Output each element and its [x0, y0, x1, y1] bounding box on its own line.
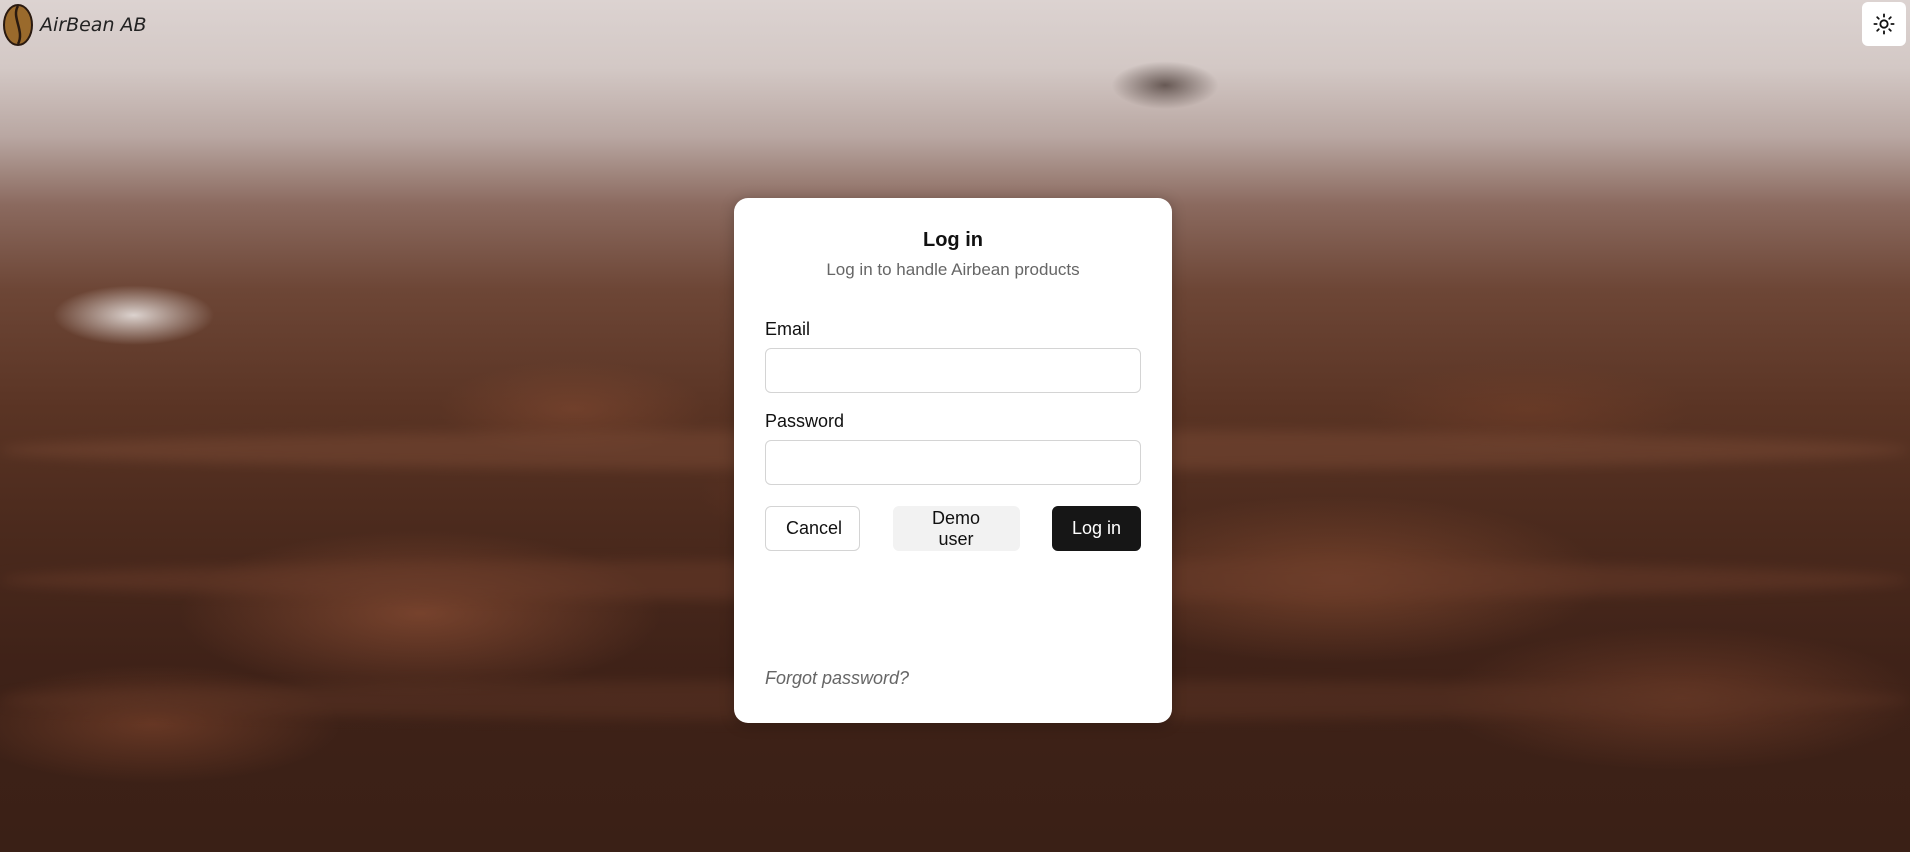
password-label: Password — [765, 411, 845, 431]
sun-icon — [1873, 13, 1895, 35]
theme-toggle-button[interactable] — [1862, 2, 1906, 46]
forgot-password-link[interactable]: Forgot password? — [765, 668, 909, 689]
top-bar: AirBean AB — [0, 0, 1910, 50]
email-label: Email — [765, 319, 811, 339]
login-dialog: Log in Log in to handle Airbean products… — [734, 198, 1172, 723]
cancel-button[interactable]: Cancel — [765, 506, 860, 551]
dialog-actions: Cancel Demo user Log in — [765, 506, 1141, 551]
email-field[interactable] — [765, 348, 1141, 393]
password-field[interactable] — [765, 440, 1141, 485]
dialog-title: Log in — [923, 229, 983, 251]
brand-name: AirBean AB — [40, 14, 147, 36]
coffee-bean-icon — [2, 3, 34, 47]
brand-link[interactable]: AirBean AB — [2, 3, 147, 47]
dialog-subtitle: Log in to handle Airbean products — [826, 260, 1080, 279]
login-button[interactable]: Log in — [1052, 506, 1141, 551]
demo-user-button[interactable]: Demo user — [892, 506, 1020, 551]
